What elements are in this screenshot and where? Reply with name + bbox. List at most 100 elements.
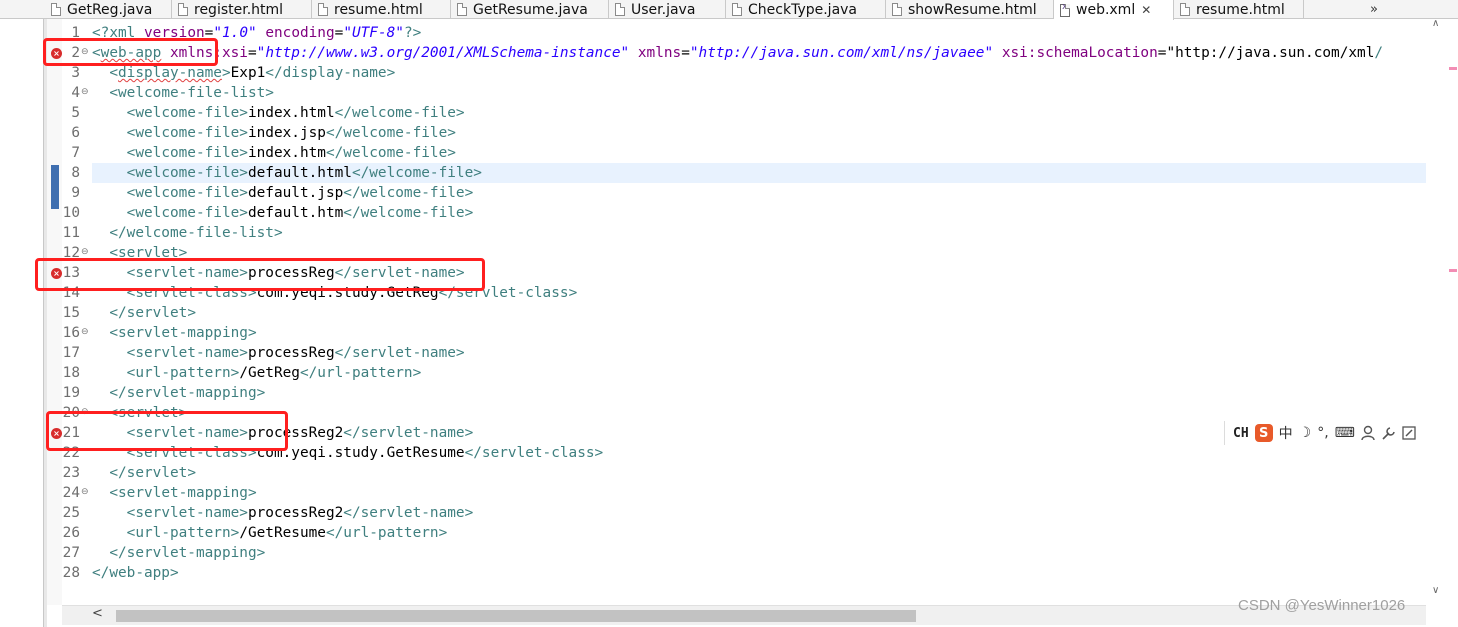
tab-label: web.xml — [1076, 2, 1136, 18]
change-indicator — [51, 165, 59, 209]
code-line[interactable]: <welcome-file>index.htm</welcome-file> — [92, 143, 1426, 163]
code-line[interactable]: <servlet-mapping> — [92, 483, 1426, 503]
code-line[interactable]: </web-app> — [92, 563, 1426, 583]
code-line[interactable]: <welcome-file-list> — [92, 83, 1426, 103]
annotation-box-line-21 — [46, 411, 288, 451]
tab-label: User.java — [631, 1, 696, 18]
code-area[interactable]: <?xml version="1.0" encoding="UTF-8"?> <w… — [92, 19, 1426, 605]
code-line[interactable]: </servlet> — [92, 463, 1426, 483]
line-number: 7 — [71, 145, 80, 161]
fold-toggle-icon[interactable]: ⊖ — [81, 83, 90, 103]
ime-toolbar: CH S 中 ☽ °, ⌨ — [1224, 421, 1458, 445]
line-number: 27 — [62, 545, 80, 561]
file-icon — [51, 3, 61, 16]
line-number: 11 — [62, 225, 80, 241]
overview-error-marker[interactable] — [1449, 269, 1457, 272]
code-line[interactable]: <servlet-name>processReg2</servlet-name> — [92, 503, 1426, 523]
tab-label: CheckType.java — [748, 1, 858, 18]
line-number: 8 — [71, 165, 80, 181]
code-line[interactable]: </servlet-mapping> — [92, 383, 1426, 403]
tab-web-xml[interactable]: web.xml ✕ — [1054, 0, 1174, 20]
moon-icon[interactable]: ☽ — [1299, 425, 1312, 441]
tab-resume-html[interactable]: resume.html — [1174, 0, 1304, 19]
annotation-box-web-app-xmlns — [43, 38, 218, 66]
file-icon — [457, 3, 467, 16]
dot-icon[interactable]: °, — [1317, 425, 1328, 441]
scroll-up-icon[interactable]: ∧ — [1432, 18, 1439, 29]
line-number: 4 — [71, 85, 80, 101]
horizontal-scrollbar[interactable]: < — [62, 605, 1426, 625]
scroll-left-icon[interactable]: < — [92, 606, 103, 621]
xml-file-icon — [1060, 2, 1070, 17]
code-line[interactable]: <servlet-mapping> — [92, 323, 1426, 343]
line-number: 9 — [71, 185, 80, 201]
code-line[interactable]: <welcome-file>index.jsp</welcome-file> — [92, 123, 1426, 143]
tab-overflow-icon[interactable]: » — [1362, 0, 1386, 19]
overview-ruler[interactable] — [1426, 19, 1443, 605]
annotation-box-line-13 — [35, 258, 485, 291]
file-icon — [892, 3, 902, 16]
line-number: 24 — [62, 485, 80, 501]
tab-label: GetReg.java — [67, 1, 153, 18]
line-number: 3 — [71, 65, 80, 81]
tab-register-html[interactable]: register.html — [172, 0, 312, 19]
code-line[interactable]: <welcome-file>index.html</welcome-file> — [92, 103, 1426, 123]
line-number: 6 — [71, 125, 80, 141]
code-line[interactable]: <welcome-file>default.htm</welcome-file> — [92, 203, 1426, 223]
tab-label: register.html — [194, 1, 284, 18]
fold-toggle-icon[interactable]: ⊖ — [81, 483, 90, 503]
code-line[interactable]: <welcome-file>default.jsp</welcome-file> — [92, 183, 1426, 203]
file-icon — [178, 3, 188, 16]
editor-frame: × × × 1 2 ⊖ 3 4 ⊖ 5 6 7 8 9 10 11 12 ⊖ 13 14 15 16 ⊖ 17 18 19 20 ⊖… — [0, 18, 1458, 627]
keyboard-icon[interactable]: ⌨ — [1335, 425, 1355, 441]
line-number: 15 — [62, 305, 80, 321]
line-number: 17 — [62, 345, 80, 361]
line-number: 26 — [62, 525, 80, 541]
code-line[interactable]: <servlet> — [92, 403, 1426, 423]
tab-label: resume.html — [1196, 1, 1285, 18]
scroll-down-icon[interactable]: ∨ — [1432, 585, 1439, 596]
tab-label: resume.html — [334, 1, 423, 18]
sogou-logo-icon[interactable]: S — [1254, 424, 1273, 442]
file-icon — [318, 3, 328, 16]
tab-label: showResume.html — [908, 1, 1037, 18]
code-line[interactable]: <display-name>Exp1</display-name> — [92, 63, 1426, 83]
code-line[interactable]: <welcome-file>default.html</welcome-file… — [92, 163, 1426, 183]
tab-resume-html[interactable]: resume.html — [312, 0, 451, 19]
ime-chinese-mode[interactable]: 中 — [1279, 423, 1293, 443]
line-number: 18 — [62, 365, 80, 381]
overview-error-marker[interactable] — [1449, 67, 1457, 70]
close-icon[interactable]: ✕ — [1141, 3, 1151, 17]
line-number: 25 — [62, 505, 80, 521]
file-icon — [1180, 3, 1190, 16]
horizontal-scroll-thumb[interactable] — [116, 610, 916, 622]
line-number: 5 — [71, 105, 80, 121]
line-number: 28 — [62, 565, 80, 581]
tab-showresume-html[interactable]: showResume.html — [886, 0, 1054, 19]
code-line[interactable]: </servlet-mapping> — [92, 543, 1426, 563]
line-number: 10 — [62, 205, 80, 221]
tab-user-java[interactable]: User.java — [609, 0, 726, 19]
edit-icon[interactable] — [1402, 426, 1416, 440]
tab-label: GetResume.java — [473, 1, 588, 18]
file-icon — [732, 3, 742, 16]
person-icon[interactable] — [1361, 425, 1375, 441]
wrench-icon[interactable] — [1381, 426, 1396, 441]
code-line[interactable]: </welcome-file-list> — [92, 223, 1426, 243]
code-line[interactable]: <?xml version="1.0" encoding="UTF-8"?> — [92, 23, 1426, 43]
left-panel-edge — [0, 19, 44, 627]
code-line[interactable]: <web-app xmlns:xsi="http://www.w3.org/20… — [92, 43, 1426, 63]
file-icon — [615, 3, 625, 16]
line-number: 16 — [62, 325, 80, 341]
code-line[interactable]: <servlet-name>processReg</servlet-name> — [92, 343, 1426, 363]
code-line[interactable]: <url-pattern>/GetResume</url-pattern> — [92, 523, 1426, 543]
tab-getresume-java[interactable]: GetResume.java — [451, 0, 609, 19]
tab-checktype-java[interactable]: CheckType.java — [726, 0, 886, 19]
ime-language-toggle[interactable]: CH — [1233, 426, 1249, 441]
code-line[interactable]: <url-pattern>/GetReg</url-pattern> — [92, 363, 1426, 383]
annotation-ruler[interactable]: × × × — [47, 19, 62, 605]
code-line[interactable]: </servlet> — [92, 303, 1426, 323]
fold-toggle-icon[interactable]: ⊖ — [81, 323, 90, 343]
code-line[interactable]: <servlet-class>com.yeqi.study.GetResume<… — [92, 443, 1426, 463]
tab-getreg-java[interactable]: GetReg.java — [45, 0, 172, 19]
